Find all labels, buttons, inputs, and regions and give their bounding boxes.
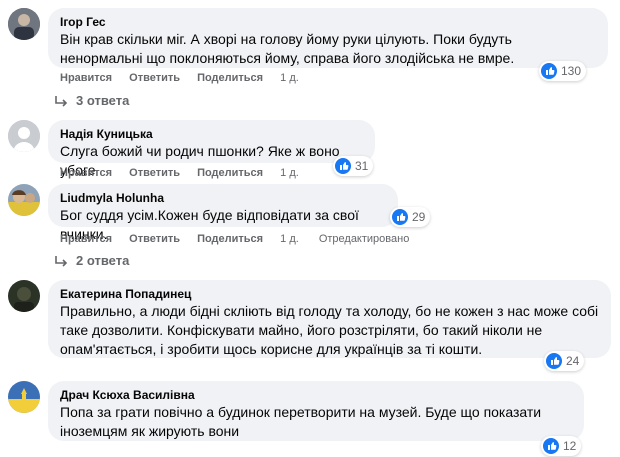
reply-arrow-icon (55, 95, 68, 107)
comment-text-line: Попа за грати повічно а будинок перетвор… (60, 404, 542, 420)
reaction-number: 130 (561, 64, 582, 78)
share-button[interactable]: Поделиться (197, 167, 263, 179)
like-button[interactable]: Нравится (60, 72, 112, 84)
reaction-number: 31 (355, 159, 369, 173)
reaction-number: 24 (566, 354, 580, 368)
comment-author[interactable]: Надія Куницька (60, 126, 363, 142)
comment-author[interactable]: Драч Ксюха Василівна (60, 387, 572, 403)
reply-button[interactable]: Ответить (129, 233, 180, 245)
comment-bubble: Liudmyla Holunha Бог суддя усім.Кожен бу… (48, 184, 398, 242)
share-button[interactable]: Поделиться (197, 72, 263, 84)
comment-bubble: Драч Ксюха Василівна Попа за грати повіч… (48, 381, 584, 441)
reaction-count[interactable]: 29 (390, 207, 431, 227)
avatar[interactable] (8, 184, 40, 216)
comment-author[interactable]: Екатерина Попадинец (60, 286, 599, 302)
reaction-count[interactable]: 24 (544, 351, 585, 371)
share-button[interactable]: Поделиться (197, 233, 263, 245)
user-photo-icon (8, 184, 40, 216)
like-button[interactable]: Нравится (60, 233, 112, 245)
comment-text-line: Він крав скільки міг. А хворі на голову … (60, 31, 512, 47)
comment-text-line: таке дозволити. Конфіскувати майно, його… (60, 322, 543, 338)
comment-author[interactable]: Liudmyla Holunha (60, 190, 386, 206)
like-icon (546, 353, 562, 369)
reaction-count[interactable]: 130 (539, 61, 587, 81)
default-avatar-icon (8, 120, 40, 152)
view-replies-link[interactable]: 3 ответа (54, 93, 129, 108)
like-icon (541, 63, 557, 79)
comment-bubble: Екатерина Попадинец Правильно, а люди бі… (48, 280, 611, 358)
user-photo-icon (8, 8, 40, 40)
reaction-count[interactable]: 12 (541, 436, 582, 456)
avatar[interactable] (8, 120, 40, 152)
reaction-number: 12 (563, 439, 577, 453)
view-replies-link[interactable]: 2 ответа (54, 253, 129, 268)
edited-label: Отредактировано (318, 233, 410, 245)
timestamp[interactable]: 1 д. (280, 167, 299, 179)
avatar[interactable] (8, 381, 40, 413)
comment-text-line: опам'ятається, і зробити щось корисне дл… (60, 341, 483, 357)
comment-bubble: Ігор Гес Він крав скільки міг. А хворі н… (48, 8, 608, 68)
comment-actions: Нравится Ответить Поделиться 1 д. (60, 72, 313, 84)
comment-text-line: Правильно, а люди бідні скліють від голо… (60, 303, 599, 319)
like-icon (543, 438, 559, 454)
comment-actions: Нравится Ответить Поделиться 1 д. Отредак… (60, 233, 423, 245)
replies-count: 2 ответа (76, 253, 130, 268)
replies-count: 3 ответа (76, 93, 130, 108)
like-icon (335, 158, 351, 174)
timestamp[interactable]: 1 д. (280, 72, 299, 84)
user-photo-icon (8, 280, 40, 312)
user-photo-icon (8, 381, 40, 413)
comment-text-line: іноземцям як жирують вони (60, 423, 240, 439)
timestamp[interactable]: 1 д. (280, 233, 299, 245)
reply-button[interactable]: Ответить (129, 72, 180, 84)
reaction-count[interactable]: 31 (333, 156, 374, 176)
comment-author[interactable]: Ігор Гес (60, 14, 596, 30)
avatar[interactable] (8, 8, 40, 40)
comment-text-line: ненормальні що поклоняються йому, справа… (60, 50, 515, 66)
avatar[interactable] (8, 280, 40, 312)
reply-arrow-icon (55, 255, 68, 267)
like-icon (392, 209, 408, 225)
reaction-number: 29 (412, 210, 426, 224)
comment-actions: Нравится Ответить Поделиться 1 д. (60, 167, 313, 179)
reply-button[interactable]: Ответить (129, 167, 180, 179)
comment-bubble: Надія Куницька Слуга божий чи родич пшон… (48, 120, 375, 178)
like-button[interactable]: Нравится (60, 167, 112, 179)
